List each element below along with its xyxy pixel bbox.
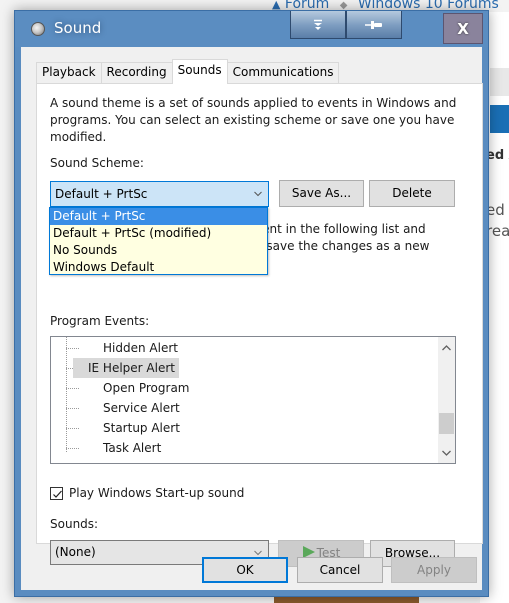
tree-item-task-alert[interactable]: Task Alert xyxy=(51,438,431,458)
tree-item-label: IE Helper Alert xyxy=(73,358,179,378)
background-snippet-line: ed c xyxy=(486,201,509,219)
tree-item-label: Hidden Alert xyxy=(103,341,178,355)
chevron-down-icon xyxy=(254,550,262,556)
sound-scheme-value: Default + PrtSc xyxy=(55,187,148,201)
tree-branch-line xyxy=(66,348,79,349)
tree-branch-line xyxy=(66,408,79,409)
tree-item-label: Startup Alert xyxy=(103,421,180,435)
program-events-tree[interactable]: Hidden Alert IE Helper Alert Open Progra… xyxy=(50,336,456,464)
collapse-icon xyxy=(314,19,322,30)
sound-scheme-combo[interactable]: Default + PrtSc xyxy=(50,181,269,207)
tree-item-service-alert[interactable]: Service Alert xyxy=(51,398,431,418)
tree-item-startup-alert[interactable]: Startup Alert xyxy=(51,418,431,438)
dropdown-option[interactable]: Default + PrtSc xyxy=(50,208,267,225)
events-description-line: n save the changes as a new xyxy=(255,239,430,253)
pin-icon xyxy=(365,20,382,29)
scrollbar-thumb[interactable] xyxy=(439,412,454,434)
background-snippet-bold: ed A xyxy=(486,148,509,163)
save-as-button[interactable]: Save As... xyxy=(279,180,364,207)
events-description-line: vent in the following list and xyxy=(255,222,426,236)
startup-sound-label[interactable]: Play Windows Start-up sound xyxy=(69,486,244,500)
tab-sounds[interactable]: Sounds xyxy=(171,59,228,84)
background-bar xyxy=(490,68,509,96)
sounds-panel: A sound theme is a set of sounds applied… xyxy=(36,83,483,567)
vertical-scrollbar[interactable] xyxy=(438,337,455,463)
dialog-client: Playback Recording Sounds Communications… xyxy=(21,47,483,590)
delete-button[interactable]: Delete xyxy=(369,180,455,207)
startup-sound-checkbox[interactable] xyxy=(50,487,63,500)
chevron-down-icon xyxy=(442,450,451,456)
background-snippet-line: rea xyxy=(486,222,509,240)
dropdown-option[interactable]: No Sounds xyxy=(50,242,267,259)
background-footer-bar xyxy=(274,597,419,603)
background-blue-bar xyxy=(490,105,509,133)
dropdown-option[interactable]: Windows Default xyxy=(50,259,267,276)
scroll-up-button[interactable] xyxy=(438,339,455,356)
sound-file-value: (None) xyxy=(55,545,96,559)
scheme-description: A sound theme is a set of sounds applied… xyxy=(50,96,457,144)
window-title: Sound xyxy=(54,19,102,37)
tree-item-label: Service Alert xyxy=(103,401,180,415)
sound-scheme-dropdown[interactable]: Default + PrtSc Default + PrtSc (modifie… xyxy=(49,207,268,275)
chevron-down-icon xyxy=(254,191,262,197)
checkmark-icon xyxy=(53,490,62,498)
pin-button[interactable] xyxy=(346,11,402,39)
background-snippet: ed c rea xyxy=(486,200,509,242)
tab-communications[interactable]: Communications xyxy=(227,62,340,83)
tab-strip: Playback Recording Sounds Communications xyxy=(36,59,340,84)
sound-scheme-label: Sound Scheme: xyxy=(50,156,144,170)
tree-item-ie-helper-alert[interactable]: IE Helper Alert xyxy=(51,358,431,378)
sounds-label: Sounds: xyxy=(50,517,99,531)
speaker-icon xyxy=(31,22,45,36)
tab-recording[interactable]: Recording xyxy=(100,62,172,83)
tree-item-label: Open Program xyxy=(103,381,190,395)
tree-branch-line xyxy=(66,448,79,449)
ok-button[interactable]: OK xyxy=(202,557,288,583)
tree-item-label: Task Alert xyxy=(103,441,162,455)
chevron-up-icon xyxy=(442,344,451,350)
tree-item-open-program[interactable]: Open Program xyxy=(51,378,431,398)
program-events-label: Program Events: xyxy=(50,314,150,328)
tree-branch-line xyxy=(66,428,79,429)
events-description: vent in the following list and n save th… xyxy=(255,221,429,255)
title-bar[interactable]: Sound X xyxy=(15,11,488,47)
tree-branch-line xyxy=(66,388,79,389)
cancel-button[interactable]: Cancel xyxy=(297,557,383,583)
collapse-button[interactable] xyxy=(290,11,346,39)
scroll-down-button[interactable] xyxy=(438,444,455,461)
sound-dialog: Sound X Playback Recording Sounds Commun… xyxy=(14,10,489,597)
apply-button: Apply xyxy=(391,557,477,583)
dropdown-option[interactable]: Default + PrtSc (modified) xyxy=(50,225,267,242)
close-button[interactable]: X xyxy=(443,13,483,44)
tree-item-hidden-alert[interactable]: Hidden Alert xyxy=(51,338,431,358)
tab-playback[interactable]: Playback xyxy=(36,62,101,83)
